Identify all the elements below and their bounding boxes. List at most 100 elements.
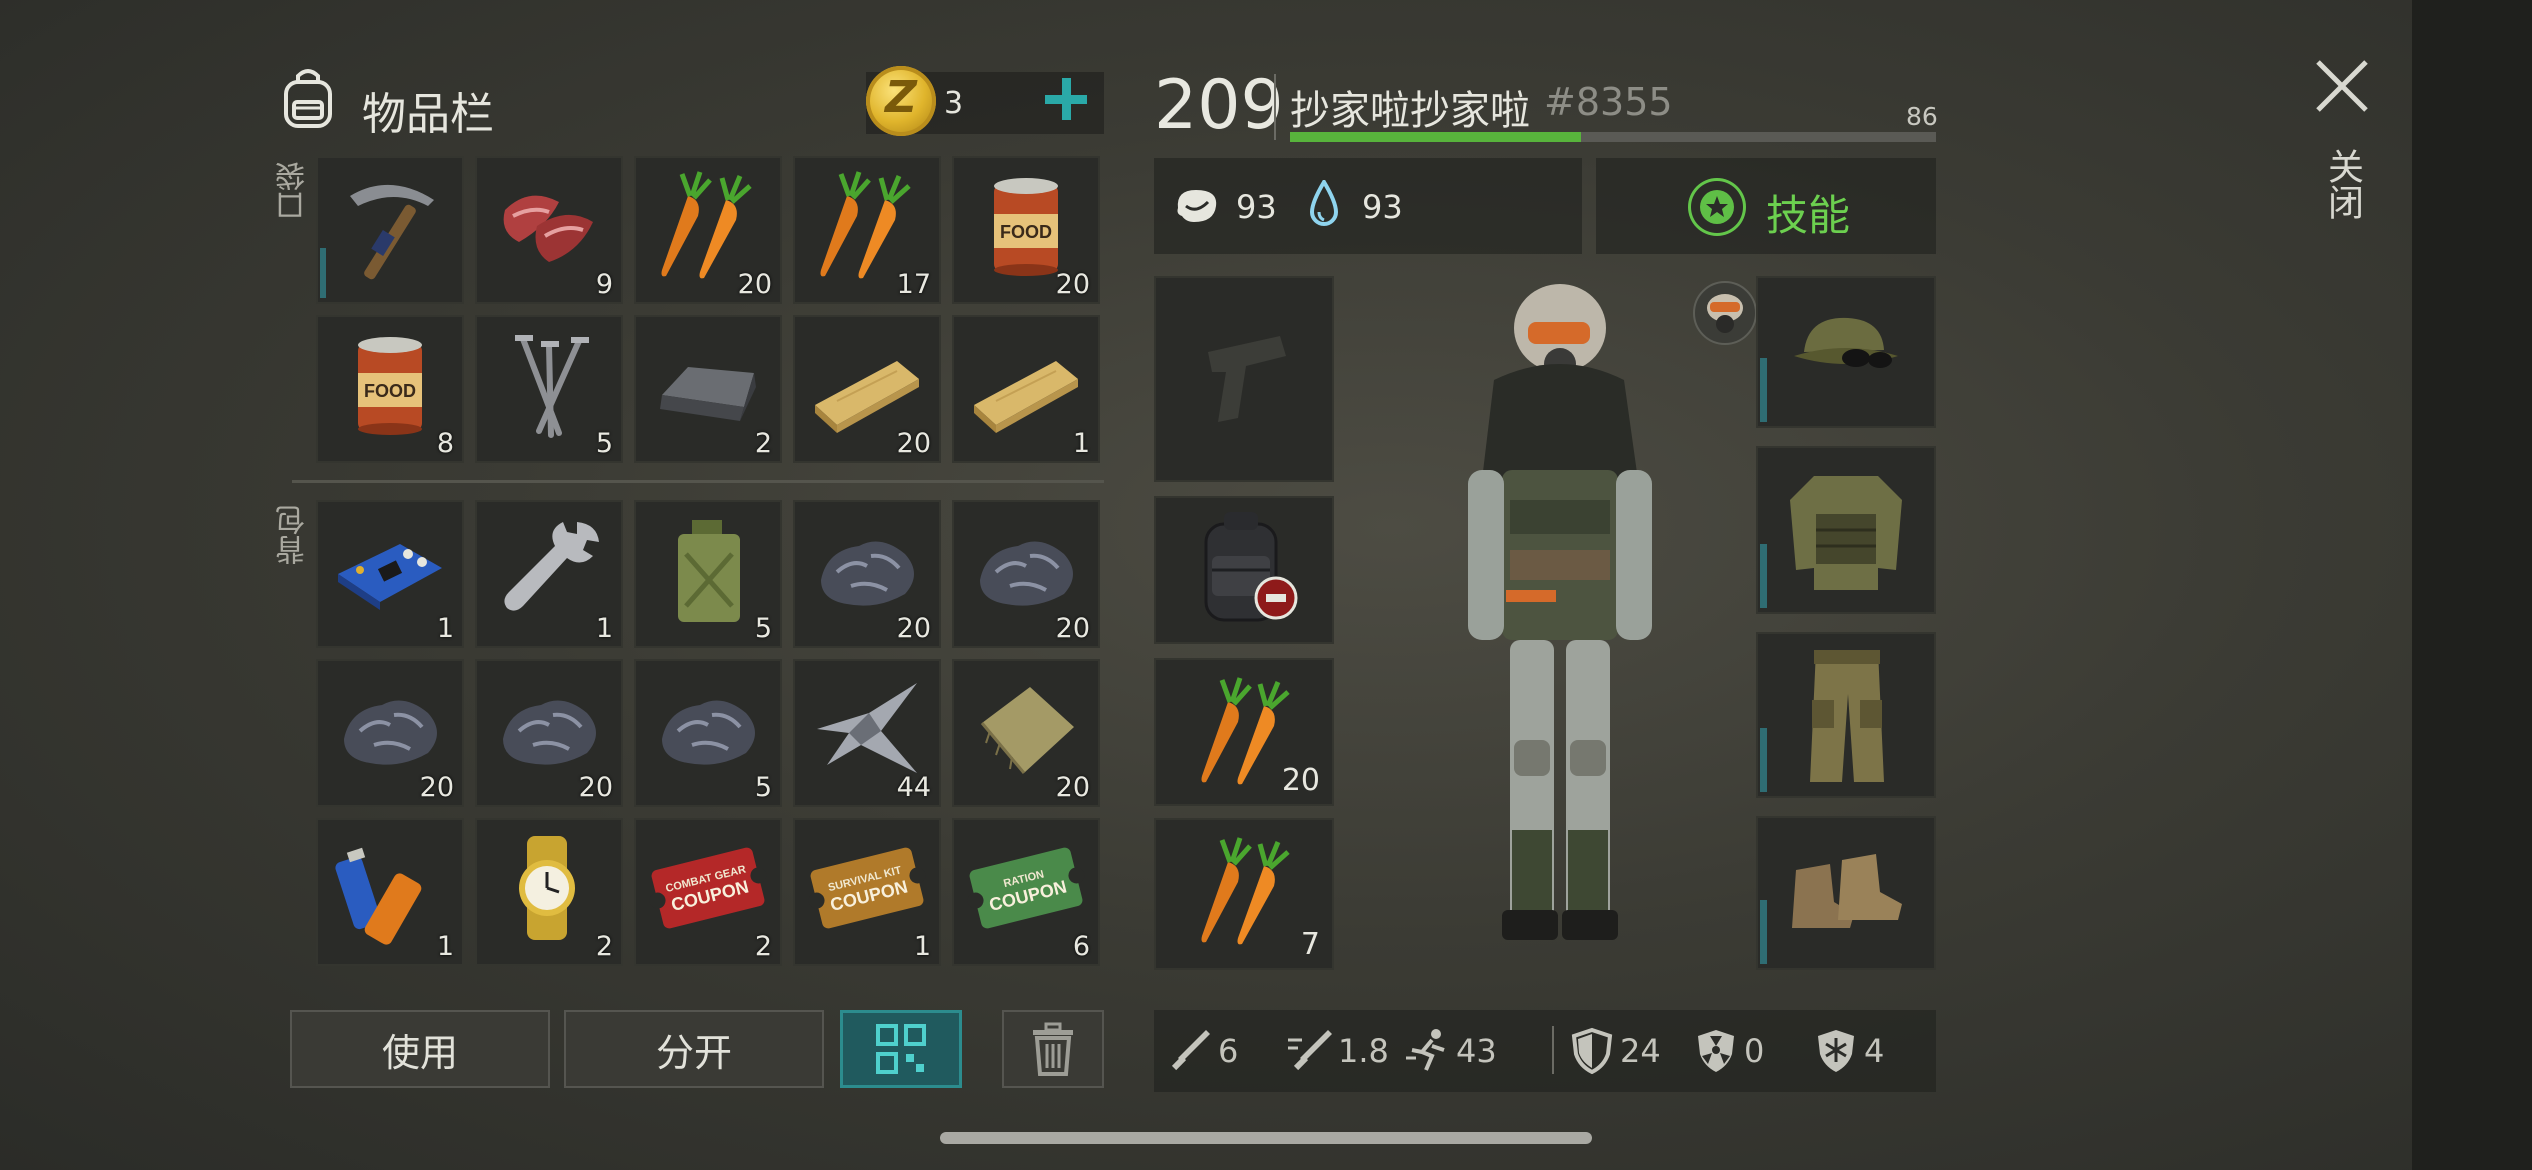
backpack-slot[interactable] xyxy=(1154,496,1334,644)
quick-slot-1[interactable]: 20 xyxy=(1154,658,1334,806)
gas-mask-badge-icon xyxy=(1693,281,1757,345)
cold-shield-icon xyxy=(1818,1030,1854,1072)
quick-slot-2[interactable]: 7 xyxy=(1154,818,1334,970)
inventory-slot[interactable]: 44 xyxy=(793,659,941,807)
defense-value: 24 xyxy=(1620,1032,1661,1070)
use-button[interactable]: 使用 xyxy=(290,1010,550,1088)
item-count: 1 xyxy=(913,931,931,962)
close-icon[interactable] xyxy=(2312,56,2372,116)
camo-jacket-icon xyxy=(1790,476,1902,590)
cold-value: 4 xyxy=(1864,1032,1885,1070)
home-indicator xyxy=(940,1132,1592,1144)
inventory-slot[interactable]: SURVIVAL KIT COUPON 1 xyxy=(793,818,941,966)
inventory-slot[interactable]: 5 xyxy=(634,500,782,648)
item-count: 5 xyxy=(754,613,772,644)
item-count: 20 xyxy=(1055,613,1090,644)
item-count: 1 xyxy=(436,613,454,644)
inventory-slot[interactable]: 2 xyxy=(634,315,782,463)
combat-gear-coupon-icon: COMBAT GEARCOUPON xyxy=(649,847,767,929)
inventory-slot[interactable]: 20 xyxy=(793,315,941,463)
player-level: 209 xyxy=(1154,66,1284,145)
carrot-icon xyxy=(1201,837,1290,945)
hunger-value: 93 xyxy=(1236,188,1277,226)
player-character xyxy=(1468,284,1652,940)
feet-slot[interactable] xyxy=(1756,816,1936,970)
camo-pants-icon xyxy=(1810,650,1884,782)
move-speed-value: 43 xyxy=(1456,1032,1497,1070)
inventory-slot[interactable]: 2 xyxy=(475,818,623,966)
head-slot[interactable] xyxy=(1756,276,1936,428)
inventory-slot[interactable]: FOOD 8 xyxy=(316,315,464,463)
xp-value: 86 xyxy=(1906,102,1938,131)
wrench-icon xyxy=(504,522,599,611)
inventory-slot[interactable]: 20 xyxy=(952,659,1100,807)
close-label[interactable]: 关闭 xyxy=(2322,148,2363,220)
feet-durability xyxy=(1760,900,1767,964)
inventory-slot[interactable]: 1 xyxy=(475,500,623,648)
wood-plank-icon xyxy=(815,361,919,433)
item-count: 20 xyxy=(896,613,931,644)
pockets-label: 口袋 xyxy=(276,161,311,221)
inventory-slot[interactable]: RATION COUPON 6 xyxy=(952,818,1100,966)
svg-text:FOOD: FOOD xyxy=(1000,222,1052,242)
attack-speed-value: 1.8 xyxy=(1338,1032,1389,1070)
inventory-slot[interactable]: 1 xyxy=(952,315,1100,463)
item-count: 44 xyxy=(896,772,931,803)
carrot-icon xyxy=(661,171,752,279)
carrot-icon xyxy=(820,171,911,279)
inventory-slot[interactable]: 20 xyxy=(634,156,782,304)
attack-speed-icon xyxy=(1288,1030,1332,1071)
inventory-slot[interactable]: 20 xyxy=(793,500,941,648)
iron-ore-icon xyxy=(980,541,1073,606)
backpack-icon xyxy=(1204,512,1298,622)
legs-durability xyxy=(1760,728,1767,792)
cloth-icon xyxy=(980,687,1074,774)
inventory-slot[interactable]: 17 xyxy=(793,156,941,304)
quick-slot-1-count: 20 xyxy=(1281,763,1320,798)
wood-plank-icon xyxy=(974,361,1078,433)
skills-label: 技能 xyxy=(1766,191,1851,240)
zcoin-symbol: Z xyxy=(885,72,917,123)
split-button[interactable]: 分开 xyxy=(564,1010,824,1088)
iron-ingot-icon xyxy=(660,367,756,421)
inventory-slot[interactable]: 1 xyxy=(316,500,464,648)
inventory-slot[interactable]: 20 xyxy=(952,500,1100,648)
inventory-slot[interactable] xyxy=(316,156,464,304)
pistol-placeholder-icon xyxy=(1208,336,1286,422)
skills-star-icon xyxy=(1688,178,1746,236)
right-edge-strip xyxy=(2412,0,2532,1170)
discard-button[interactable] xyxy=(1002,1010,1104,1088)
inventory-slot[interactable]: 1 xyxy=(316,818,464,966)
circuit-board-icon xyxy=(338,544,442,610)
inventory-slot[interactable]: 5 xyxy=(475,315,623,463)
legs-slot[interactable] xyxy=(1756,632,1936,798)
radiation-value: 0 xyxy=(1744,1032,1765,1070)
item-count: 1 xyxy=(1072,428,1090,459)
weapon-slot[interactable] xyxy=(1154,276,1334,482)
item-count: 9 xyxy=(595,269,613,300)
body-slot[interactable] xyxy=(1756,446,1936,614)
xp-bar xyxy=(1290,132,1936,142)
item-count: 20 xyxy=(896,428,931,459)
inventory-slot[interactable]: 9 xyxy=(475,156,623,304)
camo-hat-icon xyxy=(1794,317,1898,368)
inventory-slot[interactable]: 5 xyxy=(634,659,782,807)
jerrycan-icon xyxy=(678,520,740,622)
iron-ore-icon xyxy=(821,541,914,606)
body-durability xyxy=(1760,544,1767,608)
item-count: 2 xyxy=(754,931,772,962)
inventory-slot[interactable]: COMBAT GEAR COUPON 2 xyxy=(634,818,782,966)
inventory-slot[interactable]: 20 xyxy=(475,659,623,807)
add-coins-button[interactable] xyxy=(1038,70,1094,130)
defense-shield-icon xyxy=(1571,1027,1613,1074)
inventory-slot[interactable]: 20 xyxy=(316,659,464,807)
inventory-slot[interactable]: FOOD 20 xyxy=(952,156,1100,304)
player-tag: #8355 xyxy=(1544,80,1673,124)
thirst-icon xyxy=(1309,180,1339,226)
grid-icon xyxy=(876,1024,926,1074)
sort-grid-button[interactable] xyxy=(840,1010,962,1088)
item-count: 2 xyxy=(754,428,772,459)
item-count: 17 xyxy=(896,269,931,300)
nails-icon xyxy=(515,335,589,438)
item-count: 1 xyxy=(436,931,454,962)
